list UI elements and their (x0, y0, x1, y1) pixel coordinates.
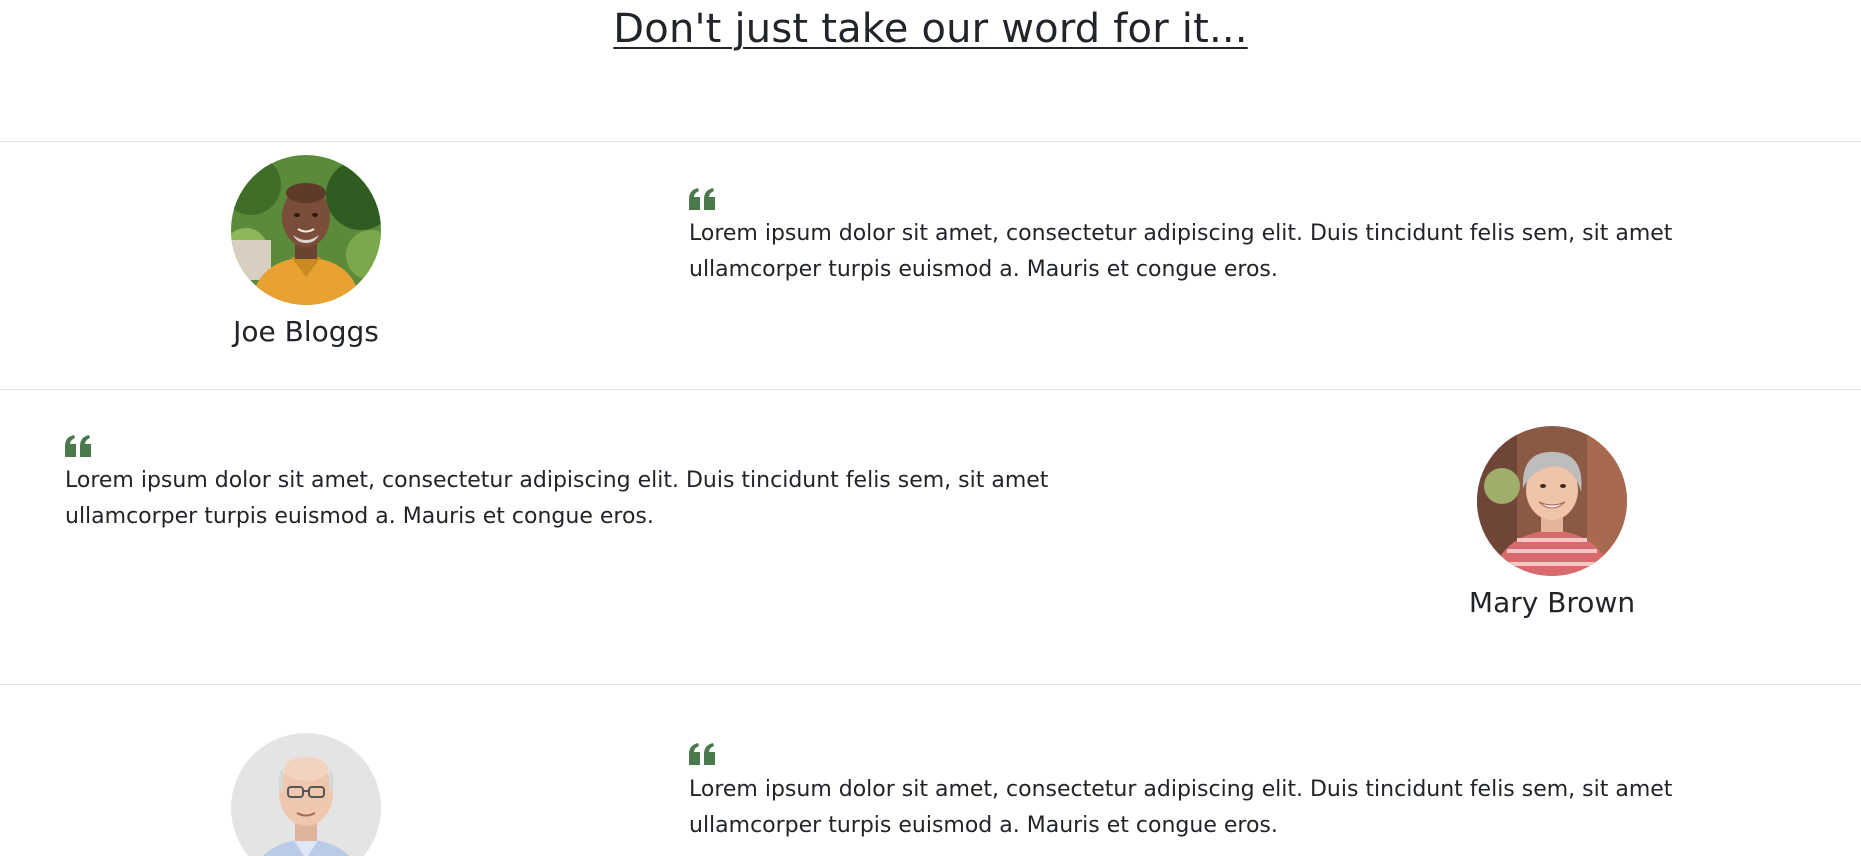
man-portrait-icon (231, 155, 381, 305)
woman-portrait-icon (1477, 426, 1627, 576)
testimonial-quote: Lorem ipsum dolor sit amet, consectetur … (689, 221, 1673, 282)
divider (0, 141, 1861, 142)
quote-left-icon (689, 188, 716, 210)
man-portrait-icon (231, 733, 381, 856)
divider (0, 684, 1861, 685)
testimonial-name: Mary Brown (1468, 586, 1636, 619)
testimonial-quote: Lorem ipsum dolor sit amet, consectetur … (689, 777, 1673, 838)
avatar (231, 155, 381, 305)
quote-left-icon (689, 743, 716, 765)
avatar (231, 733, 381, 856)
section-heading: Don't just take our word for it... (613, 6, 1248, 52)
testimonials-section: Don't just take our word for it... Joe B… (0, 0, 1861, 856)
divider (0, 389, 1861, 390)
quote-left-icon (65, 435, 92, 457)
avatar (1477, 426, 1627, 576)
testimonial-quote: Lorem ipsum dolor sit amet, consectetur … (65, 468, 1049, 529)
testimonial-name: Joe Bloggs (233, 315, 379, 348)
